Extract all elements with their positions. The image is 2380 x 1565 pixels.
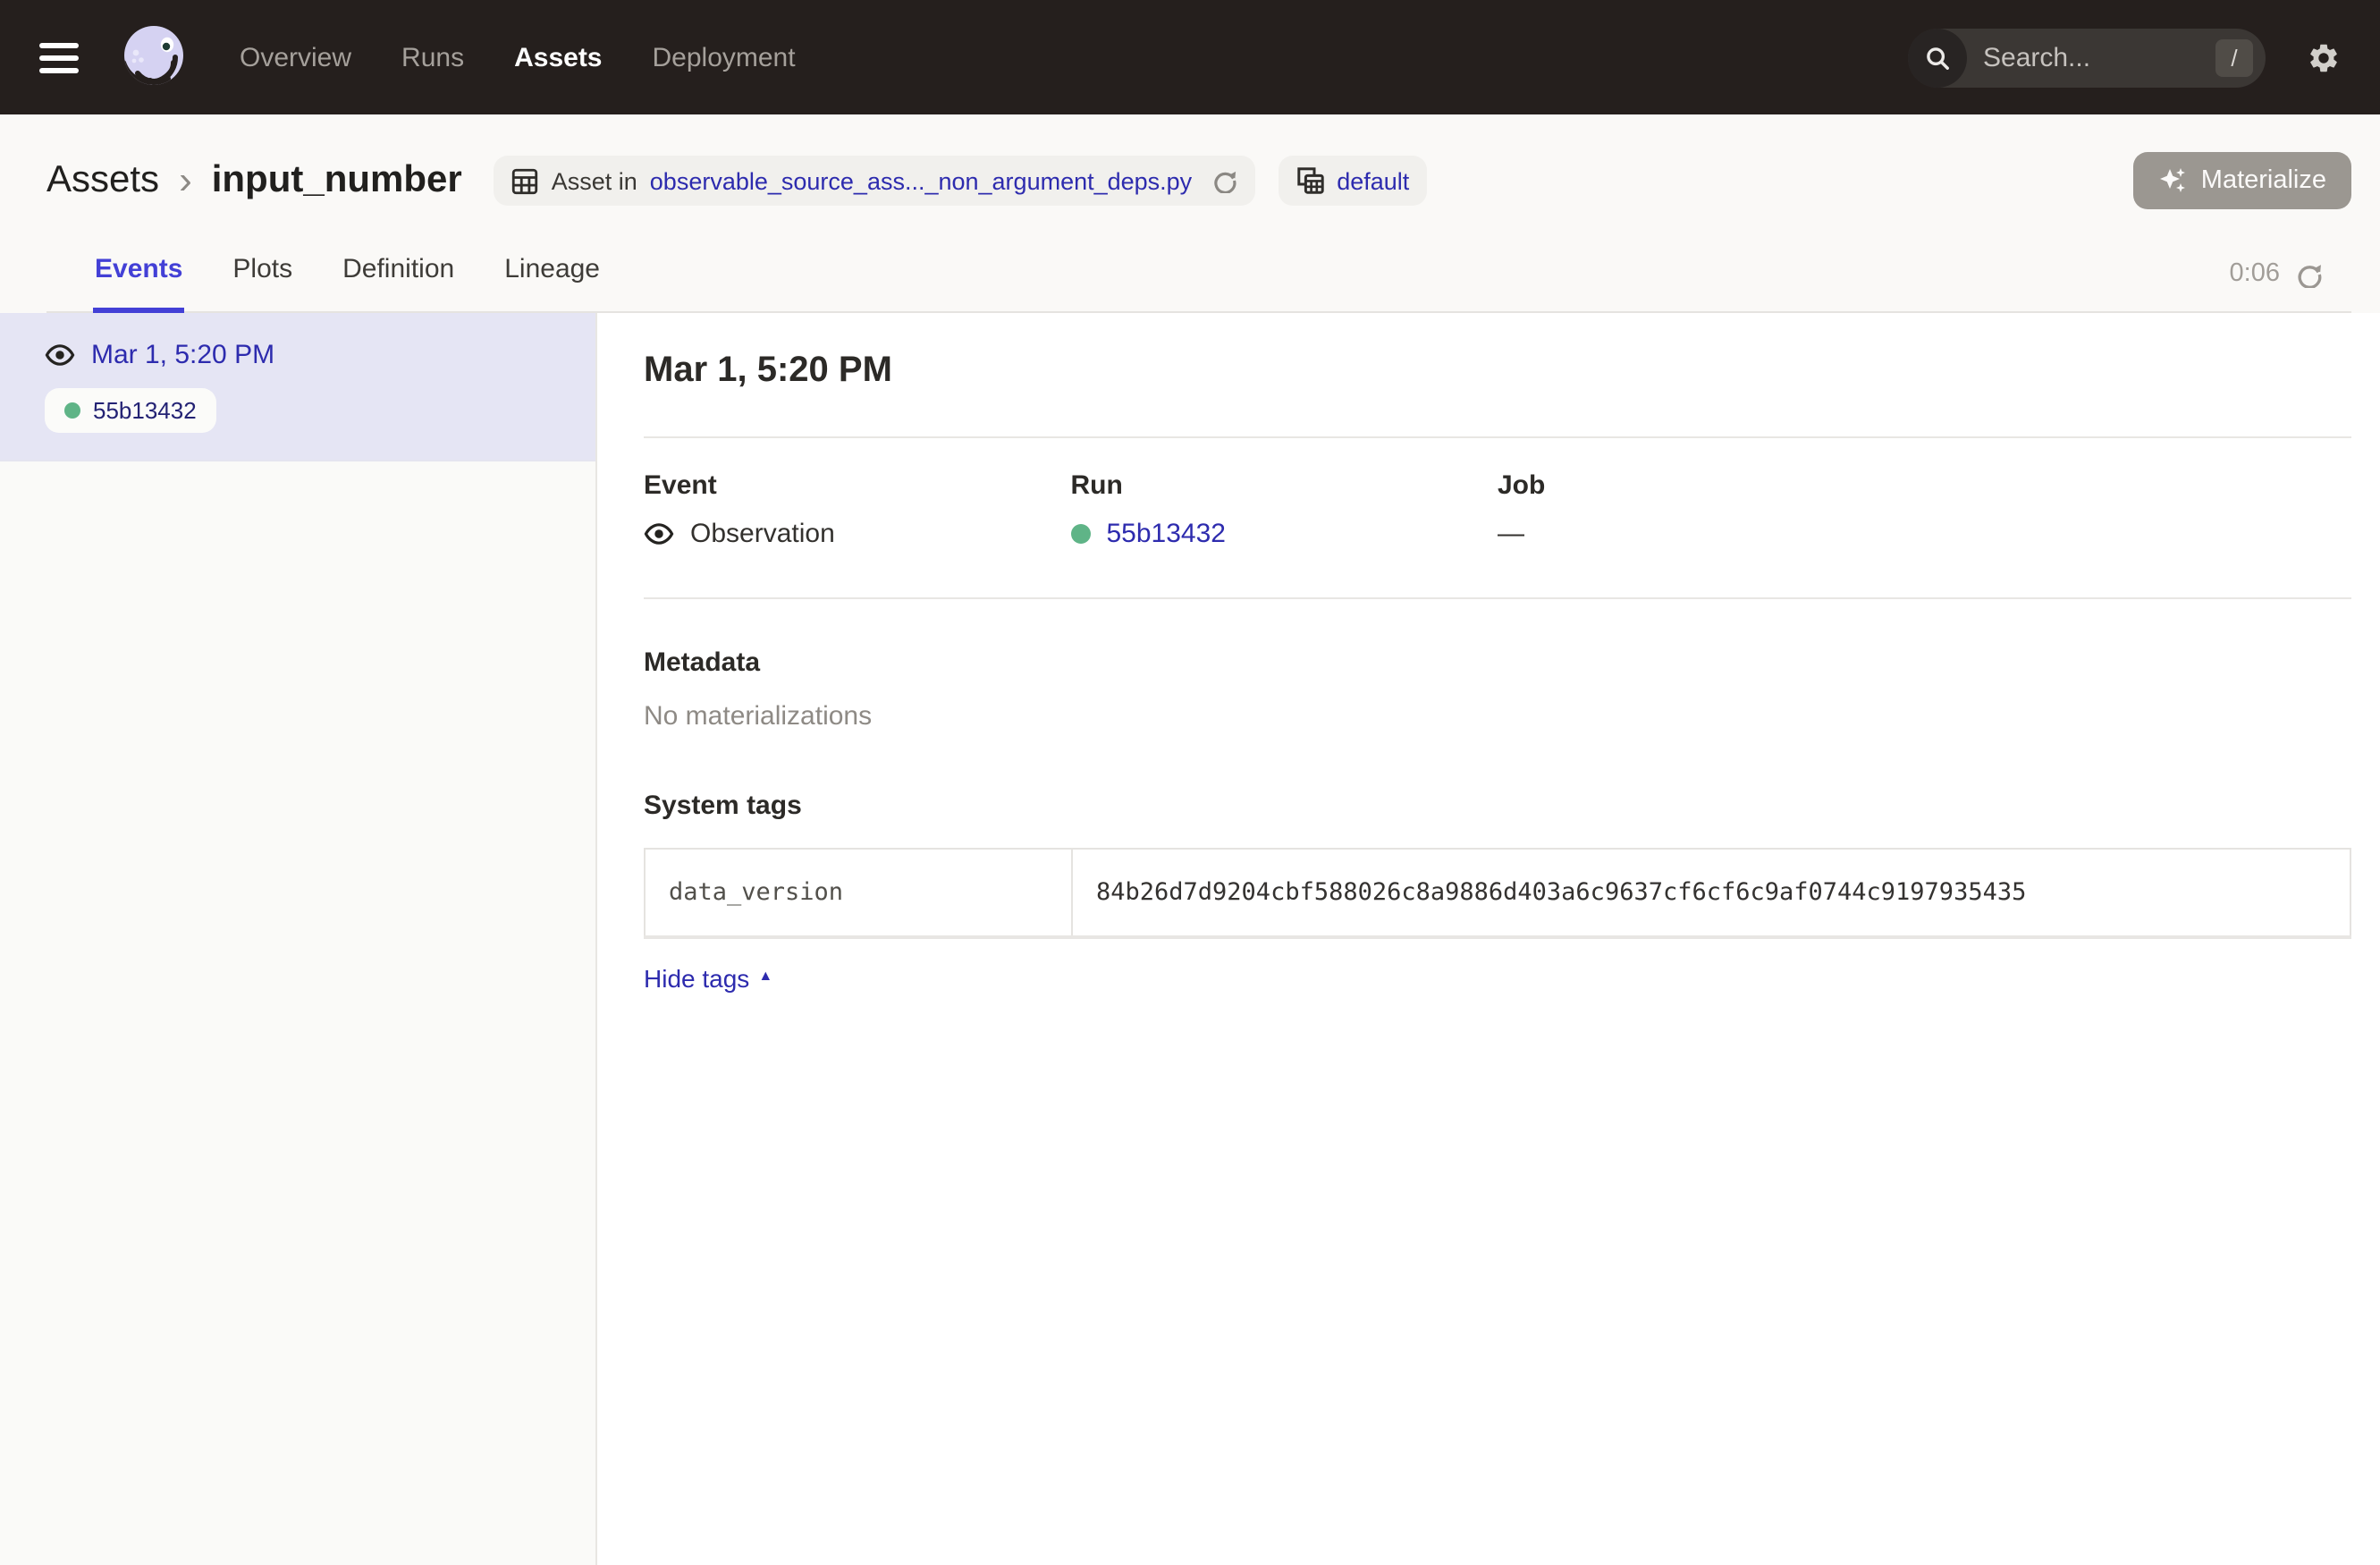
refresh-icon[interactable] (2296, 260, 2323, 287)
event-detail-title: Mar 1, 5:20 PM (644, 351, 2351, 392)
eye-icon (644, 519, 674, 549)
main-nav: Overview Runs Assets Deployment (240, 42, 796, 72)
content-area: Mar 1, 5:20 PM 55b13432 Mar 1, 5:20 PM E… (0, 313, 2380, 1565)
dagster-logo-icon[interactable] (114, 18, 193, 97)
hide-tags-label: Hide tags (644, 963, 749, 992)
event-type-value: Observation (690, 519, 835, 549)
asset-location-chip: Asset in observable_source_ass..._non_ar… (494, 156, 1254, 206)
tab-plots[interactable]: Plots (231, 247, 294, 313)
nav-item-runs[interactable]: Runs (401, 42, 464, 72)
eye-icon (45, 340, 75, 370)
breadcrumb: Assets › input_number Asset in observabl… (46, 140, 2351, 222)
event-list-sidebar: Mar 1, 5:20 PM 55b13432 (0, 313, 597, 1565)
sparkles-icon (2158, 166, 2187, 195)
refresh-timer: 0:06 (2230, 259, 2280, 288)
materialize-label: Materialize (2201, 166, 2326, 195)
run-label: Run (1071, 470, 1498, 501)
metadata-empty-text: No materializations (644, 701, 2351, 732)
reload-icon[interactable] (1211, 168, 1236, 193)
search-shortcut-badge: / (2215, 38, 2253, 76)
spacer-column (1925, 470, 2352, 549)
hide-tags-link[interactable]: Hide tags ▲ (644, 963, 772, 992)
page-title: input_number (212, 159, 462, 202)
run-id-label: 55b13432 (93, 397, 197, 424)
run-status-dot (1071, 524, 1091, 544)
asset-group-icon (1295, 166, 1324, 195)
gear-icon[interactable] (2307, 40, 2341, 74)
nav-item-overview[interactable]: Overview (240, 42, 351, 72)
system-tags-heading: System tags (644, 791, 2351, 821)
chevron-right-icon: › (179, 161, 192, 200)
top-nav: Overview Runs Assets Deployment Search..… (0, 0, 2380, 114)
asset-chips: Asset in observable_source_ass..._non_ar… (494, 156, 1428, 206)
run-column: Run 55b13432 (1071, 470, 1498, 549)
search-placeholder: Search... (1983, 42, 2215, 72)
event-list-item[interactable]: Mar 1, 5:20 PM 55b13432 (0, 313, 595, 461)
materialize-button[interactable]: Materialize (2133, 152, 2351, 209)
job-column: Job — (1498, 470, 1925, 549)
group-default-link[interactable]: default (1337, 167, 1409, 194)
divider (644, 597, 2351, 599)
event-timestamp-link[interactable]: Mar 1, 5:20 PM (91, 340, 274, 370)
event-summary-grid: Event Observation Run 55b13432 (644, 470, 2351, 549)
nav-item-deployment[interactable]: Deployment (653, 42, 796, 72)
asset-definition-link[interactable]: observable_source_ass..._non_argument_de… (650, 167, 1192, 194)
tab-events[interactable]: Events (93, 247, 184, 313)
topnav-right: Search... / (1908, 28, 2341, 87)
job-empty-value: — (1498, 519, 1524, 549)
search-icon (1908, 28, 1967, 87)
tag-value-cell: 84b26d7d9204cbf588026c8a9886d403a6c9637c… (1072, 849, 2350, 936)
hamburger-icon[interactable] (39, 42, 79, 72)
run-id-link[interactable]: 55b13432 (1107, 519, 1227, 549)
tab-definition[interactable]: Definition (341, 247, 456, 313)
nav-item-assets[interactable]: Assets (514, 42, 602, 72)
run-status-dot (64, 402, 80, 419)
run-id-chip[interactable]: 55b13432 (45, 388, 216, 433)
tab-lineage[interactable]: Lineage (502, 247, 602, 313)
system-tags-table: data_version 84b26d7d9204cbf588026c8a988… (644, 848, 2351, 938)
asset-location-prefix: Asset in (552, 167, 637, 194)
event-column: Event Observation (644, 470, 1071, 549)
refresh-area: 0:06 (2230, 259, 2323, 311)
divider (644, 436, 2351, 438)
event-detail-panel: Mar 1, 5:20 PM Event Observation Run (597, 313, 2380, 1565)
tab-bar: Events Plots Definition Lineage 0:06 (46, 247, 2351, 313)
group-chip: default (1278, 156, 1427, 206)
search-input[interactable]: Search... / (1908, 28, 2266, 87)
page-header: Assets › input_number Asset in observabl… (0, 114, 2380, 313)
table-row: data_version 84b26d7d9204cbf588026c8a988… (645, 849, 2350, 936)
tag-key-cell: data_version (645, 849, 1072, 936)
event-label: Event (644, 470, 1071, 501)
caret-up-icon: ▲ (758, 968, 772, 984)
breadcrumb-assets-link[interactable]: Assets (46, 159, 159, 202)
metadata-heading: Metadata (644, 647, 2351, 678)
job-label: Job (1498, 470, 1925, 501)
table-grid-icon (512, 167, 539, 194)
